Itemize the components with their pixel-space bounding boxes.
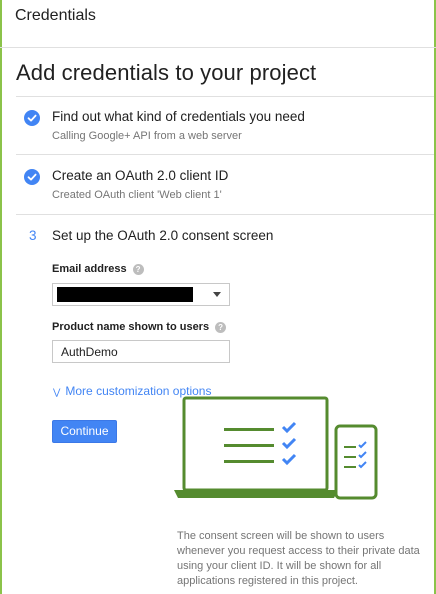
email-label: Email address? [52, 263, 144, 275]
check-circle-icon [24, 169, 40, 185]
help-icon[interactable]: ? [132, 263, 144, 275]
continue-button[interactable]: Continue [52, 420, 117, 443]
step-title: Find out what kind of credentials you ne… [52, 109, 305, 124]
step-subtitle: Created OAuth client 'Web client 1' [52, 189, 222, 201]
email-value-redacted [57, 287, 193, 302]
consent-illustration [174, 396, 378, 500]
step-subtitle: Calling Google+ API from a web server [52, 130, 242, 142]
step-title: Set up the OAuth 2.0 consent screen [52, 228, 274, 243]
chevron-down-icon: ⋁ [53, 387, 61, 397]
check-circle-icon [24, 110, 40, 126]
top-bar: Credentials [0, 0, 436, 48]
email-label-text: Email address [52, 263, 127, 275]
step-number: 3 [29, 228, 37, 243]
laptop-illustration [174, 396, 338, 498]
step-1[interactable]: Find out what kind of credentials you ne… [16, 96, 434, 154]
step-title: Create an OAuth 2.0 client ID [52, 168, 229, 183]
step-2[interactable]: Create an OAuth 2.0 client ID Created OA… [16, 154, 434, 214]
dropdown-caret-icon [213, 292, 221, 297]
app-title: Credentials [15, 7, 96, 24]
consent-screen-note: The consent screen will be shown to user… [177, 530, 420, 587]
page-title: Add credentials to your project [16, 60, 317, 85]
email-select[interactable] [52, 283, 230, 306]
product-name-label-text: Product name shown to users [52, 321, 210, 333]
product-name-label: Product name shown to users? [52, 321, 227, 333]
product-name-input[interactable] [52, 340, 230, 363]
help-icon[interactable]: ? [215, 321, 227, 333]
phone-illustration [334, 424, 378, 500]
